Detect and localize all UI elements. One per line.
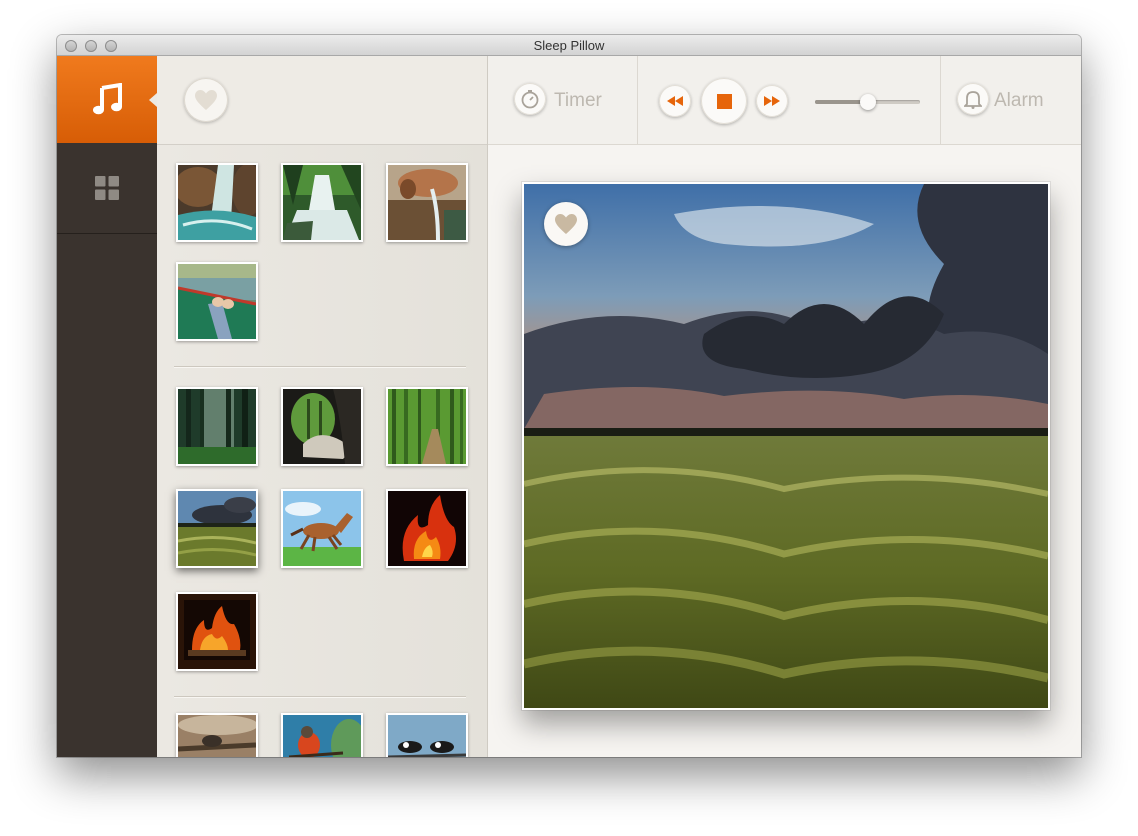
main-panel: Timer Alarm: [488, 56, 1081, 757]
thumbnail-canoe-lake[interactable]: [176, 262, 258, 341]
stopwatch-icon: [520, 89, 540, 109]
group-divider: [174, 366, 466, 367]
thumbnail-forest-cave[interactable]: [281, 387, 363, 466]
stop-button[interactable]: [701, 78, 747, 124]
gallery-header: [157, 56, 487, 145]
group-divider: [174, 696, 466, 697]
music-note-icon: [90, 82, 124, 117]
thumbnail-robin[interactable]: [281, 713, 363, 757]
heart-icon: [554, 213, 578, 235]
volume-slider[interactable]: [815, 94, 920, 110]
alarm-button[interactable]: [957, 83, 989, 115]
fast-forward-button[interactable]: [756, 85, 788, 117]
timer-button[interactable]: [514, 83, 546, 115]
thumbnail-running-horse[interactable]: [281, 489, 363, 568]
thumbnail-bird-branch[interactable]: [176, 713, 258, 757]
stop-icon: [716, 93, 732, 109]
scene-photo: [522, 182, 1050, 710]
rewind-icon: [667, 96, 683, 106]
thumbnail-fireplace[interactable]: [176, 592, 258, 671]
volume-slider-knob[interactable]: [860, 94, 876, 110]
thumbnail-stream-rocks[interactable]: [176, 163, 258, 242]
toolbar: Timer Alarm: [488, 56, 1081, 145]
heart-icon: [194, 89, 218, 111]
grid-icon: [94, 175, 120, 201]
fast-forward-icon: [764, 96, 780, 106]
sidebar-item-scenes[interactable]: [57, 143, 157, 234]
thumbnail-misty-forest[interactable]: [176, 387, 258, 466]
active-indicator: [149, 93, 157, 107]
window-title: Sleep Pillow: [533, 38, 605, 53]
title-bar[interactable]: Sleep Pillow: [57, 35, 1081, 56]
alarm-label[interactable]: Alarm: [994, 90, 1044, 112]
thumbnail-water-jug-pour[interactable]: [386, 163, 468, 242]
thumbnail-magpies[interactable]: [386, 713, 468, 757]
sound-gallery: ‹: [157, 56, 488, 757]
rewind-button[interactable]: [659, 85, 691, 117]
sidebar: [57, 56, 157, 757]
thumbnail-forest-waterfall[interactable]: [281, 163, 363, 242]
thumbnail-wheat-field[interactable]: [176, 489, 258, 568]
toolbar-separator: [940, 56, 941, 144]
timer-label[interactable]: Timer: [554, 90, 602, 112]
favorite-scene-button[interactable]: [544, 202, 588, 246]
toolbar-separator: [637, 56, 638, 144]
favorites-filter-button[interactable]: [184, 78, 228, 122]
thumbnail-bamboo-path[interactable]: [386, 387, 468, 466]
app-window: Sleep Pillow Timer Alarm: [57, 35, 1081, 757]
sidebar-item-sounds[interactable]: [57, 56, 157, 143]
bell-icon: [964, 90, 982, 109]
thumbnail-campfire[interactable]: [386, 489, 468, 568]
